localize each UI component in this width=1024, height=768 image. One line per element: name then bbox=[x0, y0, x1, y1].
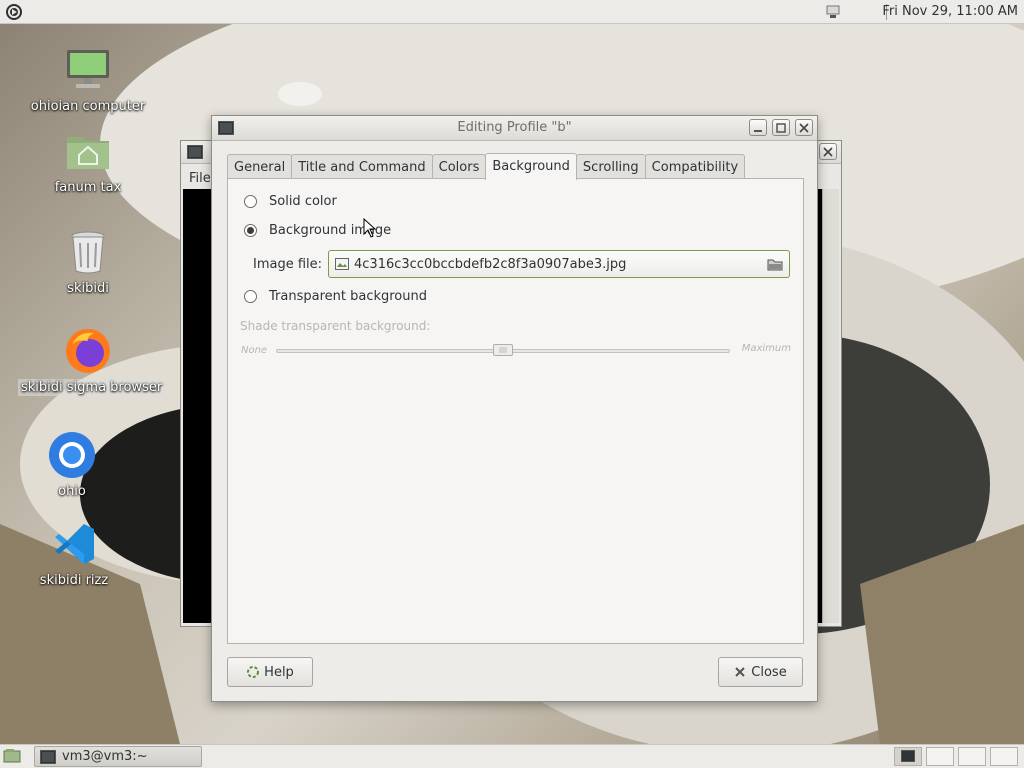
shade-label: Shade transparent background: bbox=[240, 319, 431, 333]
desktop-icon-chromium[interactable]: ohio bbox=[2, 431, 142, 500]
slider-max-label: Maximum bbox=[741, 343, 791, 354]
desktop-icon-trash[interactable]: skibidi bbox=[18, 228, 158, 297]
profile-editor-dialog: Editing Profile "b" General Title and Co… bbox=[211, 115, 818, 702]
network-icon bbox=[826, 5, 840, 18]
applications-menu-button[interactable] bbox=[3, 2, 25, 22]
workspace-4[interactable] bbox=[990, 747, 1018, 766]
desktop-icon-vscode[interactable]: skibidi rizz bbox=[4, 520, 144, 589]
maximize-icon bbox=[776, 122, 786, 133]
desktop-icon-browser[interactable]: skibidi sigma browser bbox=[18, 327, 166, 396]
minimize-icon bbox=[754, 129, 762, 132]
desktop-icon-computer[interactable]: ohioian computer bbox=[18, 46, 158, 115]
desktop-icon-label: ohioian computer bbox=[30, 99, 146, 114]
firefox-icon bbox=[64, 327, 112, 375]
vscode-icon bbox=[50, 520, 98, 568]
workspace-1[interactable] bbox=[894, 747, 922, 766]
terminal-menu-file[interactable]: File bbox=[189, 171, 211, 186]
transparent-label: Transparent background bbox=[269, 289, 427, 304]
transparent-option[interactable]: Transparent background bbox=[244, 289, 427, 304]
distro-logo-icon bbox=[6, 4, 22, 20]
desktop-icon-label: skibidi rizz bbox=[39, 573, 109, 588]
terminal-icon bbox=[187, 145, 203, 159]
solid-color-radio[interactable] bbox=[244, 195, 257, 208]
background-image-radio[interactable] bbox=[244, 224, 257, 237]
computer-icon bbox=[64, 46, 112, 94]
slider-min-label: None bbox=[241, 345, 268, 356]
shade-slider-handle[interactable] bbox=[493, 344, 513, 356]
close-label: Close bbox=[751, 664, 787, 680]
desktop-icon-label: skibidi bbox=[67, 281, 109, 296]
terminal-icon bbox=[901, 750, 915, 762]
dialog-title: Editing Profile "b" bbox=[457, 120, 572, 135]
dialog-titlebar[interactable]: Editing Profile "b" bbox=[212, 116, 817, 141]
help-label: Help bbox=[264, 664, 294, 680]
folder-open-icon bbox=[767, 259, 783, 270]
tab-bar: General Title and Command Colors Backgro… bbox=[227, 153, 746, 180]
desktop-icon-label: skibidi sigma browser bbox=[18, 379, 166, 396]
solid-color-option[interactable]: Solid color bbox=[244, 194, 337, 209]
terminal-close-button[interactable] bbox=[819, 143, 837, 160]
background-tab-panel: Solid color Background image Image file:… bbox=[227, 178, 804, 644]
close-window-button[interactable] bbox=[795, 119, 813, 136]
home-folder-icon bbox=[64, 127, 112, 175]
top-panel: Fri Nov 29, 11:00 AM bbox=[0, 0, 1024, 24]
taskbar-item-label: vm3@vm3:~ bbox=[62, 749, 148, 764]
desktop-icon-home[interactable]: fanum tax bbox=[18, 127, 158, 196]
chromium-icon bbox=[48, 431, 96, 479]
trash-icon bbox=[64, 228, 112, 276]
close-button[interactable]: Close bbox=[718, 657, 803, 687]
tab-compatibility[interactable]: Compatibility bbox=[644, 154, 746, 179]
help-button[interactable]: Help bbox=[227, 657, 313, 687]
tab-scrolling[interactable]: Scrolling bbox=[575, 154, 646, 179]
terminal-icon bbox=[40, 749, 56, 764]
taskbar-item-terminal[interactable]: vm3@vm3:~ bbox=[34, 746, 202, 767]
grip-icon bbox=[499, 347, 507, 353]
show-desktop-icon bbox=[3, 749, 21, 763]
image-file-icon bbox=[335, 258, 349, 270]
tab-colors[interactable]: Colors bbox=[431, 154, 487, 179]
workspace-3[interactable] bbox=[958, 747, 986, 766]
image-file-label: Image file: bbox=[253, 257, 323, 272]
close-icon bbox=[799, 122, 809, 133]
transparent-radio[interactable] bbox=[244, 290, 257, 303]
close-icon bbox=[735, 667, 745, 677]
tab-general[interactable]: General bbox=[227, 154, 293, 179]
show-desktop-button[interactable] bbox=[1, 746, 23, 766]
terminal-scrollbar[interactable] bbox=[822, 189, 839, 623]
help-icon bbox=[247, 666, 260, 678]
desktop-icon-label: ohio bbox=[58, 484, 86, 499]
image-file-chooser[interactable]: 4c316c3cc0bccbdefb2c8f3a0907abe3.jpg bbox=[328, 250, 790, 278]
tab-title-and-command[interactable]: Title and Command bbox=[291, 154, 433, 179]
image-file-name: 4c316c3cc0bccbdefb2c8f3a0907abe3.jpg bbox=[354, 256, 627, 272]
clock[interactable]: Fri Nov 29, 11:00 AM bbox=[882, 4, 1018, 19]
shade-slider[interactable] bbox=[276, 344, 730, 356]
close-icon bbox=[823, 146, 833, 157]
solid-color-label: Solid color bbox=[269, 194, 337, 209]
minimize-button[interactable] bbox=[749, 119, 767, 136]
workspace-2[interactable] bbox=[926, 747, 954, 766]
maximize-button[interactable] bbox=[772, 119, 790, 136]
desktop-icon-label: fanum tax bbox=[54, 180, 122, 195]
network-tray-icon[interactable] bbox=[822, 2, 844, 22]
bottom-panel: vm3@vm3:~ bbox=[0, 744, 1024, 768]
terminal-icon bbox=[218, 121, 234, 135]
mouse-pointer-icon bbox=[363, 218, 377, 238]
tab-background[interactable]: Background bbox=[485, 153, 577, 180]
